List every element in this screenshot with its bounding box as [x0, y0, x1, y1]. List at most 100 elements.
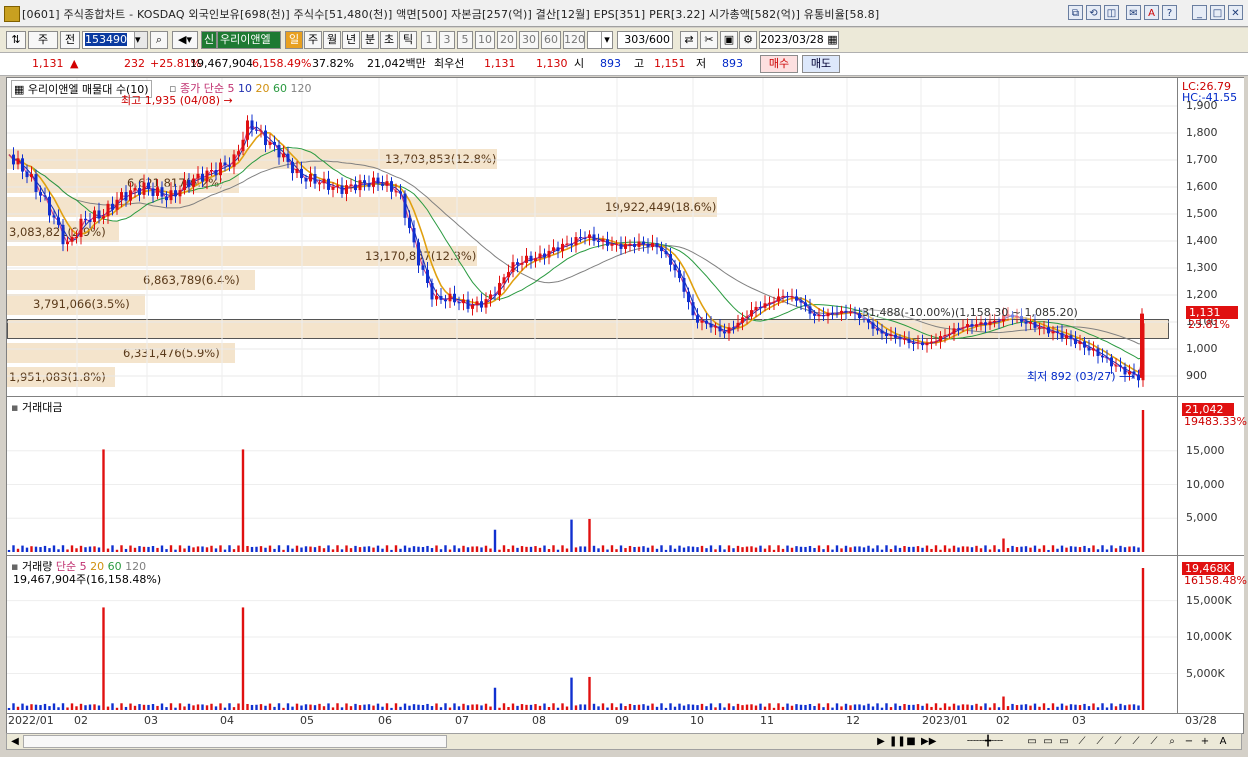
period-year[interactable]: 년 [342, 31, 360, 49]
amount-bar [471, 546, 474, 552]
title-bar: [0601] 주식종합차트 - KOSDAQ 외국인보유[698(천)] 주식수… [0, 0, 1248, 27]
refresh-icon[interactable]: ⟲ [1086, 5, 1101, 20]
scroll-left-icon[interactable]: ◀ [9, 735, 21, 748]
amount-bar [1051, 545, 1055, 552]
interval-3[interactable]: 3 [439, 31, 455, 49]
volume-bar [430, 706, 434, 710]
amount-bar [250, 546, 254, 552]
amount-chart[interactable] [7, 397, 1177, 555]
settings-icon[interactable]: ⚙ [739, 31, 757, 49]
link-window-icon[interactable]: ⧉ [1068, 5, 1083, 20]
compare-icon[interactable]: ⇄ [680, 31, 698, 49]
amount-bar [259, 546, 263, 552]
candle-body [169, 190, 173, 201]
save-icon[interactable]: ▣ [720, 31, 738, 49]
candle-body [1033, 321, 1037, 328]
prev-button[interactable]: 전 [60, 31, 80, 49]
candle-body [700, 320, 704, 323]
buy-button[interactable]: 매수 [760, 55, 798, 73]
layout-icon[interactable]: ◫ [1104, 5, 1119, 20]
view-icon[interactable]: ▭ [1025, 735, 1039, 748]
speaker-icon[interactable]: ◀▾ [172, 31, 198, 49]
period-tick[interactable]: 틱 [399, 31, 417, 49]
count-input[interactable]: 303/600 [617, 31, 673, 49]
line-tool-icon[interactable]: ⟋ [1129, 735, 1143, 748]
scroll-thumb[interactable] [23, 735, 447, 748]
stock-code-input[interactable]: 153490 ▾ [82, 31, 148, 49]
chart-area[interactable]: 1,951,083(1.8%) 6,331,476(5.9%) 3,791,066(… [6, 77, 1247, 734]
interval-30[interactable]: 30 [519, 31, 539, 49]
stock-search-icon[interactable]: ⇅ [6, 31, 26, 49]
candle-body [115, 199, 119, 210]
amount-bar [525, 546, 528, 552]
speed-slider[interactable]: ┄┄┄╋┄┄ [947, 735, 1023, 748]
view-icon[interactable]: ▭ [1041, 735, 1055, 748]
font-size-icon[interactable]: A [1217, 735, 1229, 748]
x-tick: 10 [690, 714, 704, 727]
volume-bar [120, 703, 123, 710]
market-select[interactable]: 주 [28, 31, 58, 49]
line-tool-icon[interactable]: ⟋ [1147, 735, 1161, 748]
tools-icon[interactable]: ✂ [700, 31, 718, 49]
interval-60[interactable]: 60 [541, 31, 561, 49]
fast-forward-icon[interactable]: ▶▶ [921, 735, 936, 748]
interval-5[interactable]: 5 [457, 31, 473, 49]
pause-icon[interactable]: ❚❚ [889, 735, 906, 748]
period-second[interactable]: 초 [380, 31, 398, 49]
candle-body [385, 181, 389, 186]
stop-icon[interactable]: ■ [905, 735, 917, 748]
interval-10[interactable]: 10 [475, 31, 495, 49]
volume-bar [813, 705, 816, 710]
range-note: 31,488(-10.00%)(1,158.30 ~ 1,085.20) [862, 306, 1078, 319]
amount-bar [705, 548, 708, 552]
interval-input[interactable]: ▾ [587, 31, 613, 49]
chart-scrollbar[interactable]: ◀ ▶ ❚❚ ■ ▶▶ ┄┄┄╋┄┄ ▭ ▭ ▭ ⟋ ⟋ ⟋ ⟋ ⟋ ⌕ − +… [6, 733, 1242, 750]
volume-bar [417, 704, 420, 710]
amount-bar [1074, 546, 1077, 552]
volume-bar [894, 703, 897, 710]
zoom-out-icon[interactable]: − [1183, 735, 1195, 748]
amount-bar [165, 549, 168, 552]
volume-bar [277, 703, 281, 710]
volume-panel[interactable]: ▪ 거래량 단순 5 20 60 120 19,467,904주(16,158.… [7, 556, 1177, 713]
line-tool-icon[interactable]: ⟋ [1111, 735, 1125, 748]
candle-body [363, 180, 366, 184]
line-tool-icon[interactable]: ⟋ [1093, 735, 1107, 748]
mail-icon[interactable]: ✉ [1126, 5, 1141, 20]
date-input[interactable]: 2023/03/28 ▦ [759, 31, 839, 49]
amount-bar [876, 545, 879, 552]
zoom-in-icon[interactable]: + [1199, 735, 1211, 748]
minimize-button[interactable]: _ [1192, 5, 1207, 20]
price-panel[interactable]: 1,951,083(1.8%) 6,331,476(5.9%) 3,791,066(… [7, 78, 1177, 396]
volume-bar [304, 704, 308, 710]
volume-bar [349, 706, 353, 710]
candle-body [934, 341, 938, 343]
volume-chart[interactable] [7, 556, 1177, 713]
period-day[interactable]: 일 [285, 31, 303, 49]
close-button[interactable]: ✕ [1228, 5, 1243, 20]
font-icon[interactable]: A [1144, 5, 1159, 20]
amount-bar [655, 548, 659, 552]
interval-120[interactable]: 120 [563, 31, 585, 49]
amount-panel[interactable]: ▪ 거래대금 [7, 397, 1177, 555]
help-icon[interactable]: ? [1162, 5, 1177, 20]
volume-bar [79, 703, 83, 710]
period-month[interactable]: 월 [323, 31, 341, 49]
line-tool-icon[interactable]: ⟋ [1075, 735, 1089, 748]
interval-20[interactable]: 20 [497, 31, 517, 49]
volume-bar [651, 703, 654, 710]
view-icon[interactable]: ▭ [1057, 735, 1071, 748]
magnifier-icon[interactable]: ⌕ [1165, 735, 1179, 748]
volume-bar [502, 703, 506, 710]
play-icon[interactable]: ▶ [875, 735, 887, 748]
period-week[interactable]: 주 [304, 31, 322, 49]
search-icon[interactable]: ⌕ [150, 31, 168, 49]
volume-bar [471, 704, 474, 710]
price-chart[interactable] [7, 78, 1177, 396]
maximize-button[interactable]: □ [1210, 5, 1225, 20]
interval-1[interactable]: 1 [421, 31, 437, 49]
amount-bar [547, 549, 551, 552]
volume-ytick: 5,000K [1186, 666, 1225, 680]
period-minute[interactable]: 분 [361, 31, 379, 49]
sell-button[interactable]: 매도 [802, 55, 840, 73]
